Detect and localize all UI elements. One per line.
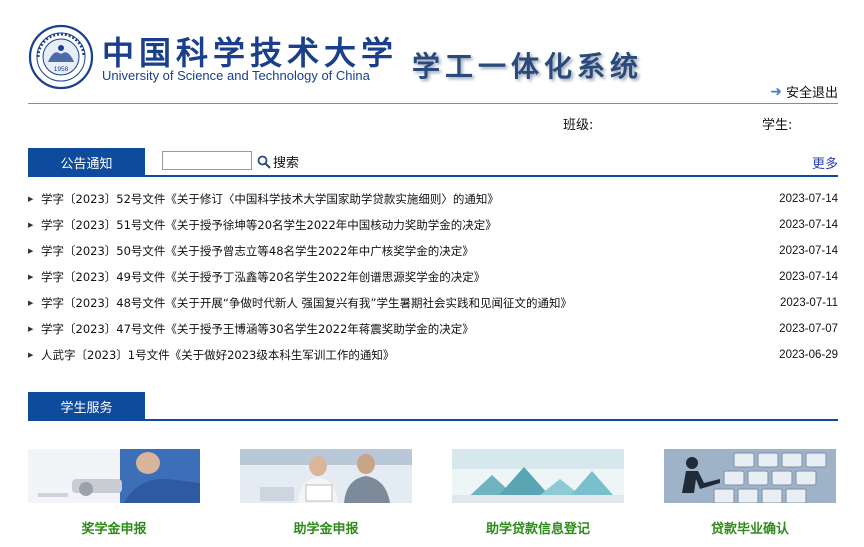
logout-label: 安全退出 (785, 86, 838, 101)
notice-date: 2023-07-11 (780, 297, 838, 309)
university-seal-icon: 1958 (28, 24, 94, 90)
search-input[interactable] (162, 151, 252, 170)
more-link[interactable]: 更多 (812, 153, 838, 172)
search-button-label: 搜索 (273, 156, 300, 171)
loan-registration-image (452, 449, 624, 503)
notice-title: 学字〔2023〕50号文件《关于授予曾志立等48名学生2022年中广核奖学金的决… (41, 244, 474, 258)
notice-title: 学字〔2023〕47号文件《关于授予王博涵等30名学生2022年蒋震奖助学金的决… (41, 322, 474, 336)
system-title: 学工一体化系统 (412, 50, 644, 83)
notice-item[interactable]: ▶ 学字〔2023〕51号文件《关于授予徐坤等20名学生2022年中国核动力奖助学… (28, 212, 838, 238)
service-label: 贷款毕业确认 (710, 522, 789, 537)
notices-section-divider (28, 175, 838, 177)
notice-item[interactable]: ▶ 人武字〔2023〕1号文件《关于做好2023级本科生军训工作的通知》 2023-… (28, 342, 838, 368)
bullet-icon: ▶ (28, 273, 34, 281)
bullet-icon: ▶ (28, 299, 34, 307)
seal-year: 1958 (54, 66, 69, 73)
loan-graduation-image (664, 449, 836, 503)
notice-item[interactable]: ▶ 学字〔2023〕52号文件《关于修订〈中国科学技术大学国家助学贷款实施细则〉的… (28, 186, 838, 212)
service-label: 助学贷款信息登记 (485, 522, 590, 537)
arrow-right-icon: ➜ (770, 83, 782, 100)
service-grant[interactable]: 助学金申报 (240, 449, 412, 537)
logout-button[interactable]: ➜ 安全退出 (770, 82, 838, 102)
notice-title: 学字〔2023〕49号文件《关于授予丁泓鑫等20名学生2022年创谱思源奖学金的… (41, 270, 486, 284)
services-grid: 奖学金申报 助学金申报 助学贷款信息登记 贷款毕业确认 (28, 449, 838, 547)
bullet-icon: ▶ (28, 351, 34, 359)
search-icon (257, 155, 271, 169)
services-section-tab: 学生服务 (28, 392, 145, 420)
notice-date: 2023-07-07 (779, 323, 838, 335)
notice-title: 人武字〔2023〕1号文件《关于做好2023级本科生军训工作的通知》 (41, 348, 395, 362)
services-section-divider (28, 419, 838, 421)
notice-title: 学字〔2023〕48号文件《关于开展“争做时代新人 强国复兴有我”学生暑期社会实… (41, 296, 572, 310)
notice-date: 2023-07-14 (779, 193, 838, 205)
service-scholarship[interactable]: 奖学金申报 (28, 449, 200, 537)
bullet-icon: ▶ (28, 325, 34, 333)
search-button[interactable]: 搜索 (257, 152, 299, 171)
notice-item[interactable]: ▶ 学字〔2023〕48号文件《关于开展“争做时代新人 强国复兴有我”学生暑期社会… (28, 290, 838, 316)
notice-item[interactable]: ▶ 学字〔2023〕47号文件《关于授予王博涵等30名学生2022年蒋震奖助学金的… (28, 316, 838, 342)
service-label: 助学金申报 (293, 522, 359, 537)
notice-title: 学字〔2023〕52号文件《关于修订〈中国科学技术大学国家助学贷款实施细则〉的通… (41, 192, 499, 206)
service-loan-graduation-confirm[interactable]: 贷款毕业确认 (664, 449, 836, 537)
service-loan-registration[interactable]: 助学贷款信息登记 (452, 449, 624, 537)
notice-date: 2023-07-14 (779, 271, 838, 283)
notice-list: ▶ 学字〔2023〕52号文件《关于修订〈中国科学技术大学国家助学贷款实施细则〉的… (28, 186, 838, 368)
service-label: 奖学金申报 (81, 522, 147, 537)
bullet-icon: ▶ (28, 247, 34, 255)
notice-item[interactable]: ▶ 学字〔2023〕49号文件《关于授予丁泓鑫等20名学生2022年创谱思源奖学金… (28, 264, 838, 290)
student-label: 学生: (762, 118, 793, 133)
class-label: 班级: (563, 118, 594, 133)
grant-image (240, 449, 412, 503)
bullet-icon: ▶ (28, 221, 34, 229)
notice-title: 学字〔2023〕51号文件《关于授予徐坤等20名学生2022年中国核动力奖助学金… (41, 218, 497, 232)
school-name-en: University of Science and Technology of … (102, 68, 370, 83)
bullet-icon: ▶ (28, 195, 34, 203)
scholarship-image (28, 449, 200, 503)
notice-item[interactable]: ▶ 学字〔2023〕50号文件《关于授予曾志立等48名学生2022年中广核奖学金的… (28, 238, 838, 264)
notice-date: 2023-07-14 (779, 219, 838, 231)
notices-section-tab: 公告通知 (28, 148, 145, 176)
notice-date: 2023-07-14 (779, 245, 838, 257)
header-divider (28, 103, 838, 104)
notice-date: 2023-06-29 (779, 349, 838, 361)
page-header: 1958 中国科学技术大学 University of Science and … (0, 0, 864, 105)
